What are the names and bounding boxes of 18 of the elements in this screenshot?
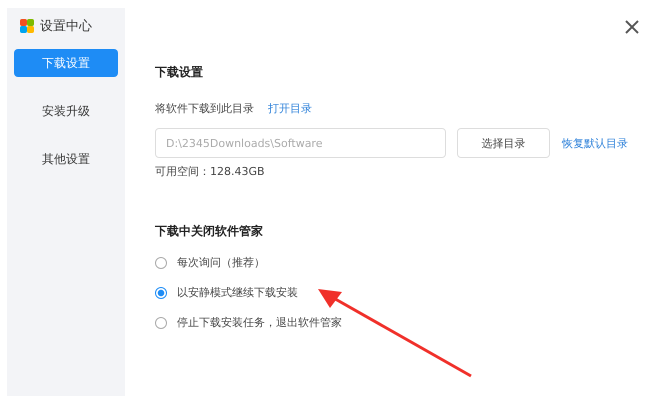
app-logo-icon [20, 19, 34, 33]
free-space-text: 可用空间：128.43GB [155, 164, 266, 179]
choose-folder-button[interactable]: 选择目录 [457, 128, 550, 158]
section-heading: 下载中关闭软件管家 [155, 223, 264, 240]
close-icon[interactable] [625, 20, 639, 34]
option-label[interactable]: 停止下载安装任务，退出软件管家 [177, 315, 342, 330]
sidebar-item[interactable]: 其他设置 [14, 145, 118, 173]
window-title: 设置中心 [40, 18, 92, 35]
reset-folder-link[interactable]: 恢复默认目录 [562, 136, 628, 150]
open-folder-link[interactable]: 打开目录 [268, 101, 312, 116]
radio-button[interactable] [155, 286, 167, 298]
sidebar-item[interactable]: 安装升级 [14, 97, 118, 125]
radio-button[interactable] [155, 316, 167, 328]
section-heading: 下载设置 [155, 64, 204, 81]
option-label[interactable]: 每次询问（推荐） [177, 255, 265, 270]
option-label[interactable]: 以安静模式继续下载安装 [177, 285, 298, 300]
folder-label: 将软件下载到此目录 [155, 101, 254, 116]
radio-button[interactable] [155, 256, 167, 268]
